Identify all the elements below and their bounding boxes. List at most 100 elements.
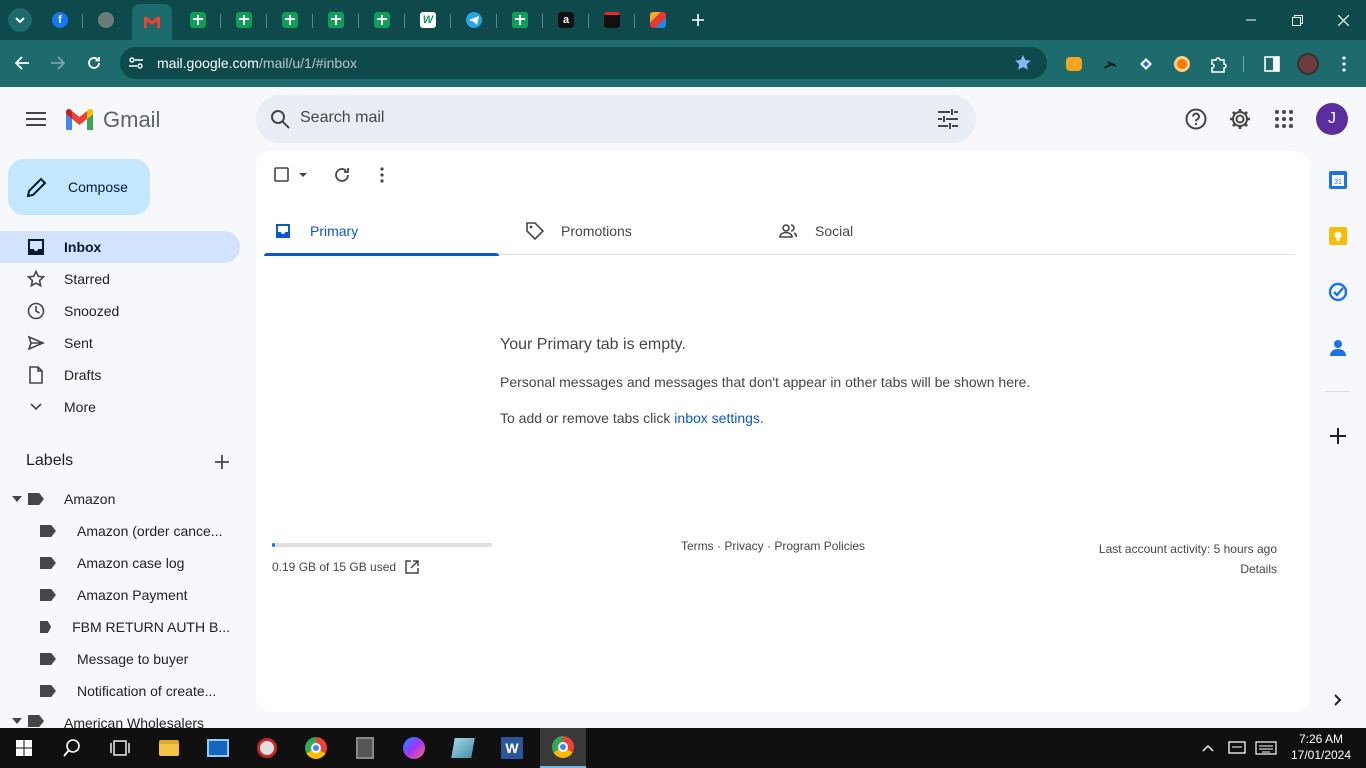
- account-avatar[interactable]: J: [1316, 103, 1348, 135]
- browser-tab[interactable]: W: [410, 4, 446, 36]
- keep-icon[interactable]: [1326, 224, 1350, 248]
- compose-button[interactable]: Compose: [8, 159, 150, 215]
- back-button[interactable]: [7, 48, 37, 78]
- minimize-button[interactable]: [1228, 0, 1274, 40]
- search-input[interactable]: Search mail: [300, 109, 384, 127]
- search-bar[interactable]: Search mail: [256, 95, 976, 143]
- browser-tab[interactable]: [456, 4, 492, 36]
- label-item[interactable]: FBM RETURN AUTH B...: [40, 611, 230, 643]
- label-item[interactable]: Amazon case log: [40, 547, 230, 579]
- browser-tab[interactable]: [318, 4, 354, 36]
- label-item-amazon[interactable]: Amazon: [12, 483, 240, 515]
- reload-button[interactable]: [79, 48, 109, 78]
- tab-primary[interactable]: Primary: [264, 207, 499, 256]
- browser-tab[interactable]: [226, 4, 262, 36]
- extensions-puzzle-icon[interactable]: [1207, 53, 1229, 75]
- taskbar-clock[interactable]: 7:26 AM 17/01/2024: [1290, 731, 1352, 763]
- sidebar-item-more[interactable]: More: [0, 391, 240, 423]
- tasks-icon[interactable]: [1326, 280, 1350, 304]
- get-addons-button[interactable]: [1326, 424, 1350, 448]
- forward-button[interactable]: [43, 48, 73, 78]
- side-panel-icon[interactable]: [1261, 53, 1283, 75]
- sidebar-item-starred[interactable]: Starred: [0, 263, 240, 295]
- show-side-panel-button[interactable]: [1326, 688, 1350, 712]
- contacts-icon[interactable]: [1326, 336, 1350, 360]
- taskbar-app-notes-icon[interactable]: [447, 732, 479, 764]
- search-options-icon[interactable]: [938, 109, 958, 134]
- label-item[interactable]: Amazon (order cance...: [40, 515, 230, 547]
- network-icon[interactable]: [1224, 732, 1250, 764]
- task-view-button[interactable]: [104, 732, 136, 764]
- sidebar-item-drafts[interactable]: Drafts: [0, 359, 240, 391]
- sidebar-item-inbox[interactable]: Inbox: [0, 231, 240, 263]
- search-icon[interactable]: [270, 109, 290, 134]
- label-tag-icon: [28, 493, 44, 505]
- taskbar-app-snip-icon[interactable]: [251, 732, 283, 764]
- word-icon[interactable]: W: [496, 732, 528, 764]
- label-item[interactable]: Notification of create...: [40, 675, 230, 707]
- address-bar[interactable]: mail.google.com/mail/u/1/#inbox: [120, 47, 1047, 79]
- label-item[interactable]: Amazon Payment: [40, 579, 230, 611]
- chevron-up-icon: [1202, 745, 1214, 752]
- browser-tab[interactable]: [180, 4, 216, 36]
- restore-button[interactable]: [1274, 0, 1320, 40]
- browser-tab-active[interactable]: [132, 4, 172, 40]
- bookmark-star-icon[interactable]: [1014, 54, 1032, 77]
- file-explorer-icon[interactable]: [153, 732, 185, 764]
- extension-arrow-icon[interactable]: [1099, 53, 1121, 75]
- new-tab-button[interactable]: [680, 4, 716, 36]
- label-item-american-wholesalers[interactable]: American Wholesalers: [12, 707, 240, 728]
- chrome-taskbar-icon[interactable]: [300, 732, 332, 764]
- messenger-icon[interactable]: [398, 732, 430, 764]
- tab-separator: [404, 14, 405, 28]
- show-hidden-icons-button[interactable]: [1198, 732, 1218, 764]
- settings-button[interactable]: [1224, 103, 1256, 135]
- select-all-checkbox[interactable]: [272, 165, 312, 185]
- browser-tab[interactable]: a: [548, 4, 584, 36]
- help-icon: [1185, 108, 1207, 130]
- main-menu-button[interactable]: [20, 103, 52, 135]
- sidebar-item-sent[interactable]: Sent: [0, 327, 240, 359]
- extension-orange-icon[interactable]: [1171, 53, 1193, 75]
- browser-tab[interactable]: [272, 4, 308, 36]
- keyboard-icon[interactable]: [1252, 732, 1280, 764]
- taskbar-app-window-icon[interactable]: [202, 732, 234, 764]
- browser-tab[interactable]: [88, 4, 124, 36]
- browser-tab[interactable]: [594, 4, 630, 36]
- label-item[interactable]: Message to buyer: [40, 643, 230, 675]
- support-button[interactable]: [1180, 103, 1212, 135]
- google-apps-button[interactable]: [1268, 103, 1300, 135]
- gmail-logo[interactable]: Gmail: [64, 107, 160, 133]
- create-label-button[interactable]: [210, 450, 234, 474]
- taskbar-search-button[interactable]: [56, 732, 88, 764]
- terms-link[interactable]: Terms: [681, 539, 714, 553]
- extension-honey-icon[interactable]: [1063, 53, 1085, 75]
- refresh-button[interactable]: [332, 165, 352, 185]
- browser-tab[interactable]: [640, 4, 676, 36]
- more-actions-button[interactable]: [372, 165, 392, 185]
- calculator-icon[interactable]: [349, 732, 381, 764]
- browser-menu-icon[interactable]: [1333, 53, 1355, 75]
- start-button[interactable]: [8, 732, 40, 764]
- site-info-icon[interactable]: [128, 55, 144, 71]
- globe-icon: [98, 12, 114, 28]
- close-window-button[interactable]: [1320, 0, 1366, 40]
- extension-diamond-icon[interactable]: [1135, 53, 1157, 75]
- details-link[interactable]: Details: [1240, 562, 1277, 576]
- browser-tab[interactable]: f: [42, 4, 78, 36]
- tab-separator: [450, 14, 451, 28]
- calendar-icon[interactable]: 31: [1326, 168, 1350, 192]
- program-policies-link[interactable]: Program Policies: [774, 539, 865, 553]
- tab-promotions[interactable]: Promotions: [526, 207, 766, 255]
- tab-label: Social: [815, 223, 854, 239]
- browser-tab[interactable]: [502, 4, 538, 36]
- tab-social[interactable]: Social: [779, 207, 1019, 255]
- privacy-link[interactable]: Privacy: [724, 539, 763, 553]
- open-external-icon[interactable]: [405, 560, 419, 574]
- tab-search-button[interactable]: [4, 4, 36, 36]
- profile-avatar-icon[interactable]: [1297, 53, 1319, 75]
- browser-tab[interactable]: [364, 4, 400, 36]
- chrome-active-taskbar-icon[interactable]: [540, 728, 586, 768]
- inbox-settings-link[interactable]: inbox settings: [674, 410, 760, 426]
- sidebar-item-snoozed[interactable]: Snoozed: [0, 295, 240, 327]
